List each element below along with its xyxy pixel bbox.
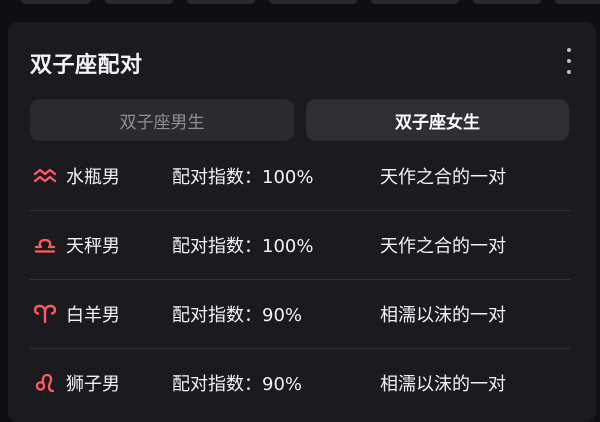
match-row[interactable]: 狮子男 配对指数：90% 相濡以沫的一对 [30,349,570,417]
pairing-card: 双子座配对 双子座男生 双子座女生 水瓶男 配对指数：100% 天作之合的一对 [8,22,596,422]
match-list: 水瓶男 配对指数：100% 天作之合的一对 天秤男 配对指数：100% 天作之合… [30,142,570,417]
top-tab[interactable] [554,0,600,4]
match-row[interactable]: 水瓶男 配对指数：100% 天作之合的一对 [30,142,570,211]
match-score: 配对指数：100% [172,167,314,188]
sign-name: 天秤男 [66,236,120,257]
libra-icon [32,232,58,258]
aquarius-icon [32,163,58,189]
segment-male[interactable]: 双子座男生 [30,99,294,141]
match-score: 配对指数：90% [172,305,303,326]
match-description: 天作之合的一对 [380,236,506,257]
top-tab[interactable] [20,0,92,4]
sign-name: 白羊男 [66,305,120,326]
sign-name: 狮子男 [66,374,120,395]
leo-icon [32,370,58,396]
match-description: 天作之合的一对 [380,167,506,188]
match-score: 配对指数：90% [172,374,303,395]
top-tab[interactable] [186,0,256,4]
match-description: 相濡以沫的一对 [380,374,506,395]
top-tab[interactable] [104,0,174,4]
aries-icon [32,301,58,327]
match-description: 相濡以沫的一对 [380,305,506,326]
card-title: 双子座配对 [30,53,143,78]
match-score: 配对指数：100% [172,236,314,257]
segment-female[interactable]: 双子座女生 [306,99,569,141]
sign-name: 水瓶男 [66,167,120,188]
match-row[interactable]: 天秤男 配对指数：100% 天作之合的一对 [30,211,570,280]
match-row[interactable]: 白羊男 配对指数：90% 相濡以沫的一对 [30,280,570,349]
top-tab[interactable] [472,0,542,4]
top-tab[interactable] [370,0,460,4]
top-tab-strip [0,0,600,4]
top-tab[interactable] [268,0,358,4]
more-vertical-icon[interactable] [562,48,576,74]
